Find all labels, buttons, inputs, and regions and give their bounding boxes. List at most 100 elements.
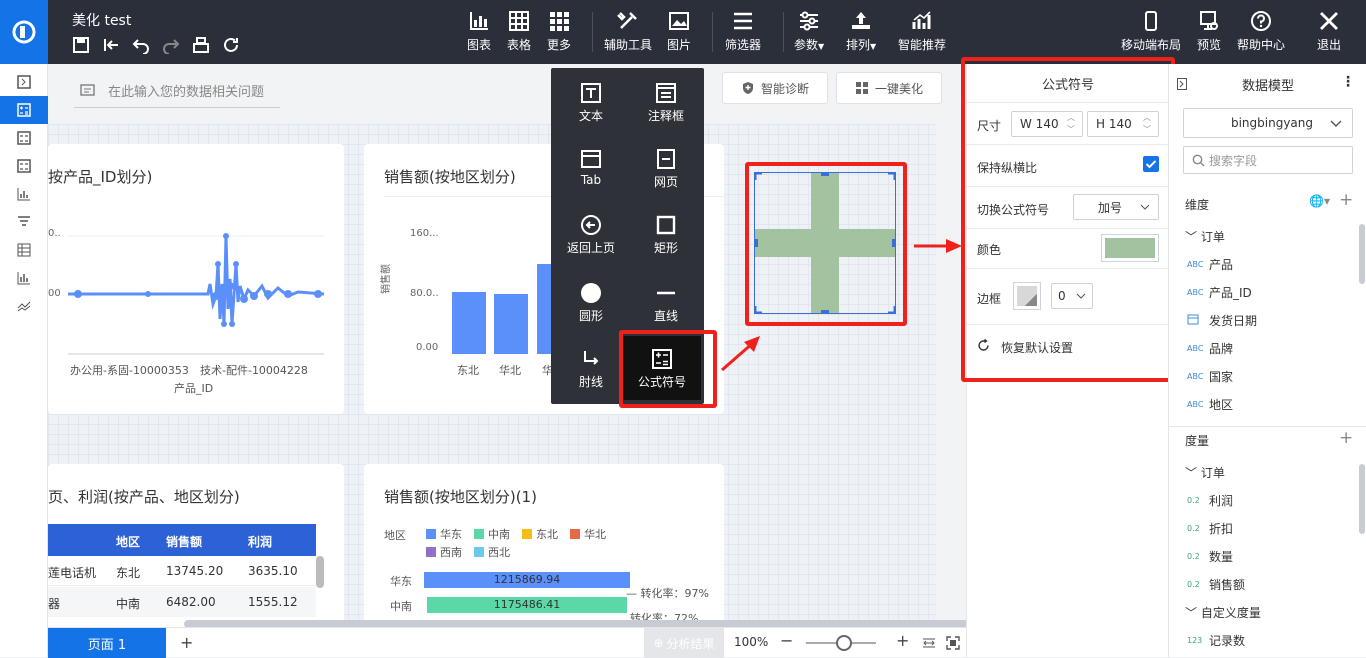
params-button[interactable]: 参数▼ xyxy=(794,10,824,53)
field-item[interactable]: ABC 产品 xyxy=(1169,250,1359,278)
order-folder[interactable]: ﹀ 订单 xyxy=(1185,228,1225,245)
formula-icon xyxy=(17,131,31,145)
table-row[interactable]: 器 中南 6482.00 1555.12 xyxy=(48,587,316,617)
funnel-bar: 1175486.41 xyxy=(427,597,627,613)
table-label: 表格 xyxy=(507,38,532,52)
legend-item[interactable]: 东北 xyxy=(522,526,558,542)
refresh-icon[interactable] xyxy=(222,36,240,57)
table-icon xyxy=(17,243,31,257)
help-center-button[interactable]: 帮助中心 xyxy=(1237,10,1285,53)
measure-item[interactable]: 0.2 销售额 xyxy=(1169,570,1359,598)
table-scrollbar[interactable] xyxy=(316,556,324,588)
menu-item-circle[interactable]: 圆形 xyxy=(553,282,629,324)
conversion-rate: — 转化率：97% xyxy=(626,587,709,600)
back-to-start-icon[interactable] xyxy=(102,36,120,57)
collapse-panel-button[interactable] xyxy=(0,68,48,96)
assist-tools-button[interactable]: 辅助工具 xyxy=(604,10,652,53)
app-logo[interactable] xyxy=(0,0,48,64)
image-button[interactable]: 图片 xyxy=(667,10,691,53)
rectangle-icon xyxy=(656,215,676,235)
x-axis-label: 产品_ID xyxy=(174,382,214,395)
sidebar-item-formula-2[interactable] xyxy=(0,124,48,152)
x-tick: 华北 xyxy=(499,364,521,377)
field-item[interactable]: ABC 品牌 xyxy=(1169,334,1359,362)
formula-icon xyxy=(17,159,31,173)
menu-item-go-back[interactable]: 返回上页 xyxy=(553,214,629,256)
sidebar-item-filter[interactable] xyxy=(0,208,48,236)
add-page-button[interactable]: + xyxy=(180,633,193,652)
measure-item[interactable]: 123 记录数 xyxy=(1169,626,1359,654)
preview-button[interactable]: 预览 xyxy=(1197,10,1221,53)
field-search-input[interactable]: 搜索字段 xyxy=(1183,146,1353,174)
sort-label: 排列 xyxy=(846,38,871,52)
page-tab[interactable]: 页面 1 xyxy=(48,628,166,658)
sidebar-item-chart[interactable] xyxy=(0,180,48,208)
filter-label: 筛选器 xyxy=(725,38,762,52)
question-search[interactable]: 在此输入您的数据相关问题 xyxy=(74,74,280,108)
menu-item-callout[interactable]: 注释框 xyxy=(628,82,704,124)
field-item[interactable]: 发货日期 xyxy=(1169,306,1359,334)
dimension-scrollbar[interactable] xyxy=(1359,224,1365,284)
print-icon[interactable] xyxy=(192,36,210,57)
chart-button[interactable]: 图表 xyxy=(467,10,491,53)
y-tick: 80.0.. xyxy=(410,288,439,299)
legend-item[interactable]: 华北 xyxy=(570,526,606,542)
field-item[interactable]: ABC 地区 xyxy=(1169,390,1359,418)
zoom-in-button[interactable]: + xyxy=(896,631,909,650)
measure-scrollbar[interactable] xyxy=(1359,464,1365,534)
mobile-icon xyxy=(1145,11,1157,31)
legend-item[interactable]: 华东 xyxy=(426,526,462,542)
measure-item[interactable]: 0.2 数量 xyxy=(1169,542,1359,570)
chart-card-product-id[interactable]: 按产品_ID划分) 0.. 00 办公用-系固-10000353 技术-配件-1… xyxy=(48,144,344,414)
measure-item[interactable]: 0.2 利润 xyxy=(1169,486,1359,514)
menu-item-rectangle[interactable]: 矩形 xyxy=(628,214,704,256)
assist-tools-label: 辅助工具 xyxy=(604,38,653,52)
smart-diagnose-button[interactable]: 智能诊断 xyxy=(722,72,828,104)
custom-measure-folder[interactable]: ﹀ 自定义度量 xyxy=(1185,604,1261,621)
analysis-result-button[interactable]: ⊕ 分析结果 xyxy=(644,628,724,658)
menu-item-elbow-line[interactable]: 肘线 xyxy=(553,348,629,390)
zoom-out-button[interactable]: − xyxy=(780,631,793,650)
fullscreen-icon[interactable] xyxy=(946,636,960,650)
sidebar-item-formula[interactable] xyxy=(0,96,48,124)
more-options-icon[interactable]: ⋮ xyxy=(1341,74,1355,90)
redo-icon[interactable] xyxy=(162,36,180,57)
measure-item[interactable]: 0.2 折扣 xyxy=(1169,514,1359,542)
layout-icon xyxy=(855,82,868,94)
menu-item-line[interactable]: 直线 xyxy=(628,282,704,324)
more-button[interactable]: 更多 xyxy=(547,10,571,53)
smart-recommend-button[interactable]: 智能推荐 xyxy=(898,10,946,53)
exit-button[interactable]: 退出 xyxy=(1317,10,1341,53)
globe-icon[interactable]: 🌐▾ xyxy=(1309,194,1330,208)
chart-icon xyxy=(470,12,488,30)
fit-width-icon[interactable] xyxy=(922,636,936,650)
undo-icon[interactable] xyxy=(132,36,150,57)
zoom-slider-handle[interactable] xyxy=(836,635,852,651)
filter-button[interactable]: 筛选器 xyxy=(725,10,761,53)
menu-item-tab[interactable]: Tab xyxy=(553,148,629,187)
one-click-beautify-button[interactable]: 一键美化 xyxy=(836,72,942,104)
sidebar-item-bar[interactable] xyxy=(0,264,48,292)
sort-button[interactable]: 排列▼ xyxy=(846,10,876,53)
field-item[interactable]: ABC 产品_ID xyxy=(1169,278,1359,306)
collapse-icon[interactable] xyxy=(1177,78,1187,90)
menu-item-webpage[interactable]: 网页 xyxy=(628,148,704,190)
legend-item[interactable]: 西北 xyxy=(474,544,510,560)
field-item[interactable]: ABC 国家 xyxy=(1169,362,1359,390)
save-icon[interactable] xyxy=(72,36,90,57)
legend-item[interactable]: 西南 xyxy=(426,544,462,560)
sidebar-item-table[interactable] xyxy=(0,236,48,264)
dataset-select[interactable]: bingbingyang xyxy=(1183,108,1353,138)
legend-item[interactable]: 中南 xyxy=(474,526,510,542)
sidebar-item-formula-3[interactable] xyxy=(0,152,48,180)
order-measure-folder[interactable]: ﹀ 订单 xyxy=(1185,464,1225,481)
sidebar-item-line[interactable] xyxy=(0,292,48,320)
arrange-icon xyxy=(852,12,871,29)
add-dimension-icon[interactable]: + xyxy=(1339,190,1353,210)
add-measure-icon[interactable]: + xyxy=(1339,428,1353,448)
mobile-layout-button[interactable]: 移动端布局 xyxy=(1121,10,1181,53)
table-button[interactable]: 表格 xyxy=(507,10,531,53)
menu-item-text[interactable]: 文本 xyxy=(553,82,629,124)
table-header: 地区 销售额 利润 xyxy=(48,524,316,556)
table-row[interactable]: 莲电话机 东北 13745.20 3635.10 xyxy=(48,556,316,586)
